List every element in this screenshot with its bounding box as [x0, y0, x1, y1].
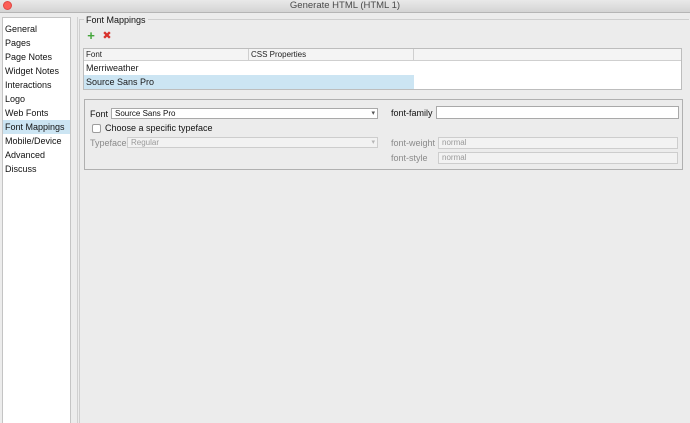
group-title: Font Mappings	[84, 15, 148, 25]
window-title: Generate HTML (HTML 1)	[289, 0, 401, 11]
sidebar-item-discuss[interactable]: Discuss	[3, 162, 70, 176]
sidebar-item-page-notes[interactable]: Page Notes	[3, 50, 70, 64]
font-style-placeholder: normal	[442, 153, 467, 162]
sidebar-item-logo[interactable]: Logo	[3, 92, 70, 106]
font-mappings-table: Font CSS Properties Merriweather Source …	[83, 48, 682, 90]
specific-typeface-checkbox[interactable]	[92, 124, 101, 133]
table-row[interactable]: Merriweather	[84, 61, 414, 75]
sidebar-item-pages[interactable]: Pages	[3, 36, 70, 50]
add-mapping-button[interactable]: +	[85, 28, 97, 43]
column-header-font[interactable]: Font	[84, 49, 249, 60]
font-family-input[interactable]	[436, 106, 679, 119]
x-icon: ✖	[102, 30, 112, 42]
table-header: Font CSS Properties	[84, 49, 681, 61]
sidebar-item-advanced[interactable]: Advanced	[3, 148, 70, 162]
specific-typeface-label: Choose a specific typeface	[105, 123, 213, 133]
column-header-css-properties[interactable]: CSS Properties	[249, 49, 414, 60]
sidebar-item-web-fonts[interactable]: Web Fonts	[3, 106, 70, 120]
plus-icon: +	[87, 28, 95, 43]
font-select[interactable]: Source Sans Pro ▾	[111, 108, 378, 119]
table-row-selected[interactable]: Source Sans Pro	[84, 75, 414, 89]
font-select-value: Source Sans Pro	[115, 109, 176, 118]
sidebar-item-widget-notes[interactable]: Widget Notes	[3, 64, 70, 78]
font-weight-label: font-weight	[391, 138, 436, 148]
chevron-down-icon: ▾	[371, 139, 375, 146]
table-cell-font: Source Sans Pro	[86, 77, 155, 87]
font-family-label: font-family	[391, 108, 433, 118]
sidebar-item-mobile-device[interactable]: Mobile/Device	[3, 134, 70, 148]
table-cell-font: Merriweather	[86, 63, 139, 73]
mapping-details-panel: Font Source Sans Pro ▾ Choose a specific…	[84, 99, 683, 170]
typeface-select-value: Regular	[131, 138, 160, 147]
typeface-label: Typeface	[90, 138, 127, 148]
typeface-select: Regular ▾	[127, 137, 378, 148]
sidebar-item-font-mappings[interactable]: Font Mappings	[3, 120, 70, 134]
font-style-label: font-style	[391, 153, 428, 163]
sidebar-item-interactions[interactable]: Interactions	[3, 78, 70, 92]
settings-sidebar: General Pages Page Notes Widget Notes In…	[2, 17, 71, 423]
font-style-input: normal	[438, 152, 678, 164]
font-weight-placeholder: normal	[442, 138, 467, 147]
font-label: Font	[90, 109, 109, 119]
delete-mapping-button[interactable]: ✖	[101, 30, 113, 42]
sidebar-item-general[interactable]: General	[3, 22, 70, 36]
sidebar-divider	[77, 17, 78, 423]
font-weight-input: normal	[438, 137, 678, 149]
title-bar: Generate HTML (HTML 1)	[0, 0, 690, 13]
chevron-down-icon: ▾	[371, 110, 375, 117]
